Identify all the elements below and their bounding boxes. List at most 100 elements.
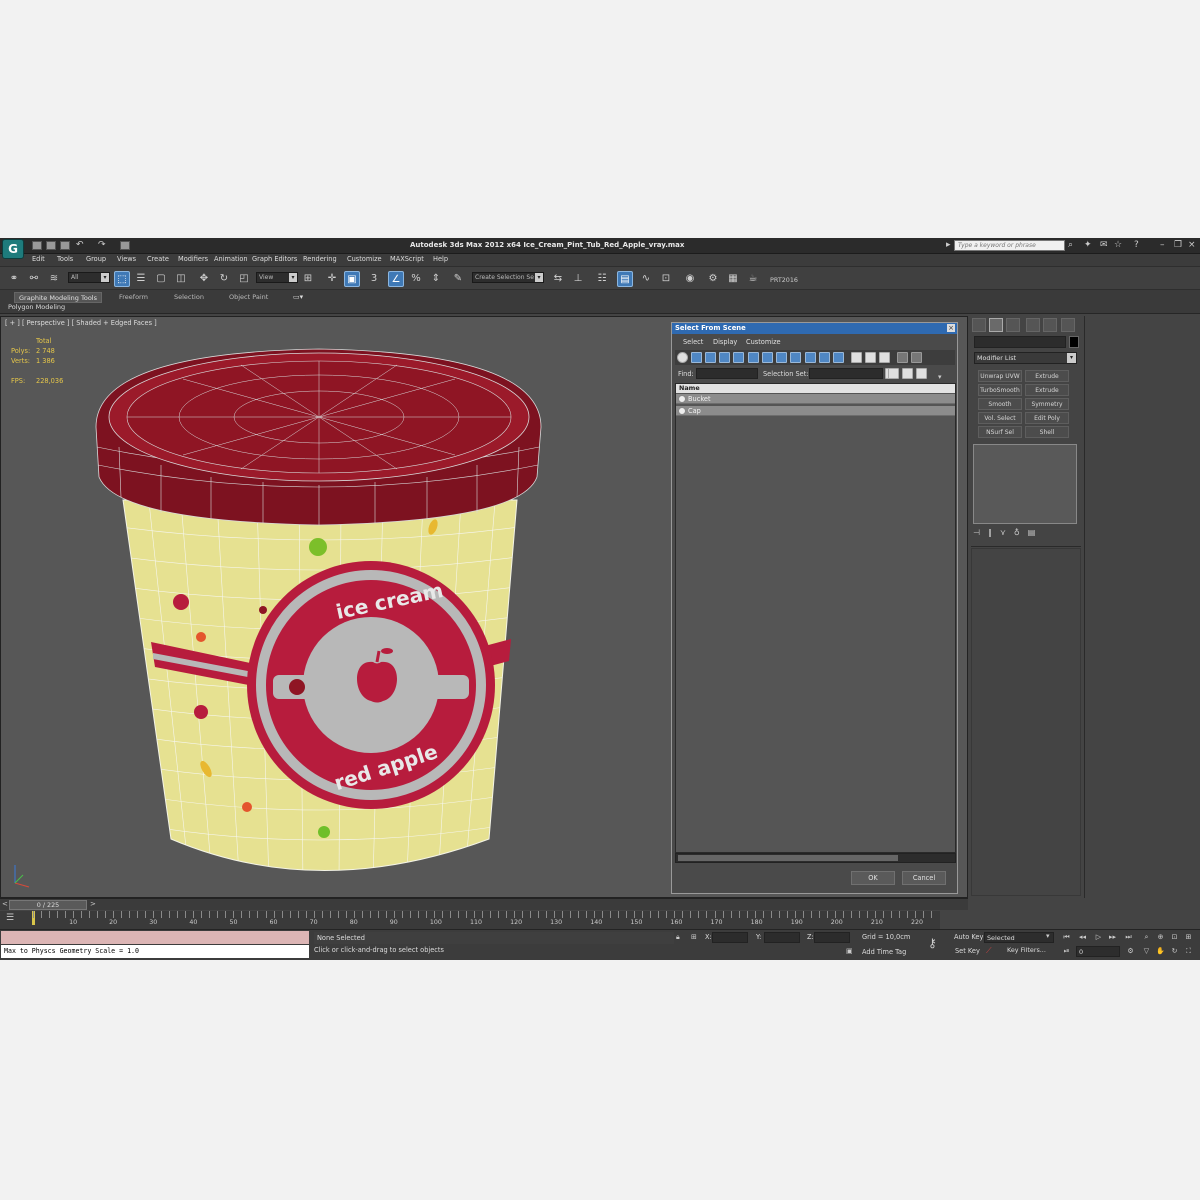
modifier-button-symmetry[interactable]: Symmetry <box>1025 398 1069 410</box>
modify-tab-icon[interactable] <box>989 318 1003 332</box>
modifier-button-vol-select[interactable]: Vol. Select <box>978 412 1022 424</box>
display-geometry-icon[interactable] <box>677 352 688 363</box>
pivot-center-icon[interactable]: ⊞ <box>300 271 316 287</box>
remove-modifier-icon[interactable]: ♁ <box>1014 528 1028 537</box>
close-icon[interactable]: × <box>1188 240 1196 250</box>
display-space-warps-icon[interactable] <box>748 352 759 363</box>
time-slider-thumb[interactable]: 0 / 225 <box>9 900 87 910</box>
display-cameras-icon[interactable] <box>719 352 730 363</box>
remove-from-selection-set-icon[interactable] <box>916 368 927 379</box>
display-hidden-icon[interactable] <box>833 352 844 363</box>
undo-icon[interactable]: ↶ <box>76 240 84 250</box>
dialog-title[interactable]: Select From Scene <box>672 323 957 334</box>
key-mode-icon[interactable]: ⟋ <box>986 946 992 956</box>
maxscript-output[interactable]: Max to Physcs Geometry Scale = 1.0 <box>1 945 309 958</box>
key-mode-toggle-icon[interactable]: ⏯ <box>1062 947 1071 956</box>
display-bones-icon[interactable] <box>790 352 801 363</box>
rotate-icon[interactable]: ↻ <box>216 271 232 287</box>
zoom-extents-icon[interactable]: ⊡ <box>1170 933 1179 942</box>
display-helpers-icon[interactable] <box>733 352 744 363</box>
select-object-icon[interactable]: ⬚ <box>114 271 130 287</box>
modifier-button-unwrap-uvw[interactable]: Unwrap UVW <box>978 370 1022 382</box>
modifier-button-shell[interactable]: Shell <box>1025 426 1069 438</box>
spinner-snap-icon[interactable]: ⇕ <box>428 271 444 287</box>
horizontal-scrollbar[interactable] <box>675 853 956 863</box>
configure-modifier-sets-icon[interactable]: ▤ <box>1028 528 1044 537</box>
move-icon[interactable]: ✥ <box>196 271 212 287</box>
time-slider[interactable]: < 0 / 225 > <box>0 898 968 910</box>
column-header-name[interactable]: Name <box>676 384 955 393</box>
menu-customize[interactable]: Customize <box>347 255 382 263</box>
next-frame-icon[interactable]: > <box>90 900 96 908</box>
track-bar[interactable]: ☰ 10 20 30 40 50 60 70 80 90 100 110 120 130 140 150 16… <box>0 911 940 929</box>
current-frame-field[interactable]: 0 <box>1076 946 1120 957</box>
zoom-all-icon[interactable]: ⊕ <box>1156 933 1165 942</box>
modifier-button-smooth[interactable]: Smooth <box>978 398 1022 410</box>
search-expand-icon[interactable]: ▸ <box>946 240 951 250</box>
hierarchy-tab-icon[interactable] <box>1006 318 1020 332</box>
scale-icon[interactable]: ◰ <box>236 271 252 287</box>
object-name-field[interactable] <box>974 336 1066 348</box>
display-all-icon[interactable] <box>851 352 862 363</box>
set-key-icon[interactable]: ⚷ <box>928 936 937 950</box>
menu-graph-editors[interactable]: Graph Editors <box>252 255 297 263</box>
cancel-button[interactable]: Cancel <box>902 871 946 885</box>
percent-snap-icon[interactable]: % <box>408 271 424 287</box>
dialog-menu-display[interactable]: Display <box>713 338 737 346</box>
binoculars-icon[interactable]: ⌕ <box>1068 240 1073 250</box>
save-file-icon[interactable] <box>60 241 70 250</box>
lock-icon[interactable]: 🔒︎ <box>676 933 680 942</box>
modifier-button-turbosmooth[interactable]: TurboSmooth <box>978 384 1022 396</box>
zoom-icon[interactable]: ⌕ <box>1142 933 1151 942</box>
restore-icon[interactable]: ❐ <box>1174 240 1182 250</box>
curve-editor-icon[interactable]: ∿ <box>638 271 654 287</box>
selection-set-dropdown[interactable] <box>809 368 883 379</box>
modifier-stack[interactable] <box>973 444 1077 524</box>
keyboard-shortcut-override-icon[interactable]: ▣ <box>344 271 360 287</box>
graphite-toggle-icon[interactable]: ▤ <box>617 271 633 287</box>
tab-graphite-modeling-tools[interactable]: Graphite Modeling Tools <box>14 292 103 303</box>
ribbon-options-icon[interactable]: ▭▾ <box>293 293 303 301</box>
menu-animation[interactable]: Animation <box>214 255 248 263</box>
rectangular-selection-icon[interactable]: ▢ <box>153 271 169 287</box>
display-frozen-icon[interactable] <box>819 352 830 363</box>
display-groups-icon[interactable] <box>762 352 773 363</box>
z-coordinate-field[interactable] <box>814 932 850 943</box>
find-input[interactable] <box>696 368 758 379</box>
named-selection-dropdown[interactable]: Create Selection Se ▾ <box>472 272 544 283</box>
field-of-view-icon[interactable]: ▽ <box>1142 947 1151 956</box>
select-by-name-icon[interactable]: ☰ <box>133 271 149 287</box>
zoom-extents-all-icon[interactable]: ⊞ <box>1184 933 1193 942</box>
play-icon[interactable]: ▷ <box>1094 933 1103 942</box>
maxscript-listener-input[interactable] <box>1 931 309 944</box>
close-icon[interactable]: × <box>947 324 955 332</box>
modifier-button-nsurf-sel[interactable]: NSurf Sel <box>978 426 1022 438</box>
window-crossing-icon[interactable]: ◫ <box>173 271 189 287</box>
set-key-button[interactable]: Set Key <box>955 947 980 955</box>
unlink-icon[interactable]: ⚯ <box>26 271 42 287</box>
project-folder-icon[interactable] <box>120 241 130 250</box>
add-time-tag[interactable]: Add Time Tag <box>862 948 906 956</box>
tab-selection[interactable]: Selection <box>170 292 208 303</box>
search-input[interactable]: Type a keyword or phrase <box>954 240 1065 251</box>
rendered-frame-window-icon[interactable]: ▦ <box>725 271 741 287</box>
make-unique-icon[interactable]: ⋎ <box>1000 528 1014 537</box>
previous-frame-icon[interactable]: < <box>2 900 8 908</box>
menu-create[interactable]: Create <box>147 255 169 263</box>
redo-icon[interactable]: ↷ <box>98 240 106 250</box>
absolute-mode-icon[interactable]: ⊞ <box>691 933 697 941</box>
next-key-icon[interactable]: ▸▸ <box>1108 933 1117 942</box>
display-lights-icon[interactable] <box>705 352 716 363</box>
tab-freeform[interactable]: Freeform <box>115 292 152 303</box>
add-to-selection-set-icon[interactable] <box>902 368 913 379</box>
pan-icon[interactable]: ✋ <box>1156 947 1165 956</box>
help-icon[interactable]: ? <box>1134 240 1139 250</box>
mirror-icon[interactable]: ⇆ <box>550 271 566 287</box>
dialog-menu-select[interactable]: Select <box>683 338 703 346</box>
scrollbar-thumb[interactable] <box>678 855 898 861</box>
subscription-icon[interactable]: ✦ <box>1084 240 1092 250</box>
dialog-menu-customize[interactable]: Customize <box>746 338 781 346</box>
menu-maxscript[interactable]: MAXScript <box>390 255 424 263</box>
new-file-icon[interactable] <box>32 241 42 250</box>
bind-space-warp-icon[interactable]: ≋ <box>46 271 62 287</box>
